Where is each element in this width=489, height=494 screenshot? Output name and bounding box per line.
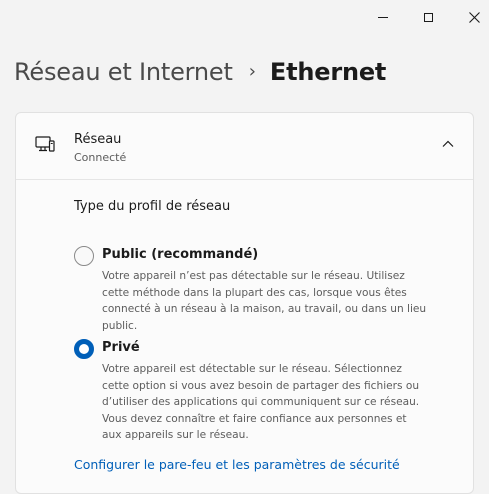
- private-option-title[interactable]: Privé: [102, 340, 140, 355]
- close-icon: [468, 11, 480, 23]
- connection-status: Connecté: [74, 151, 127, 164]
- description-line: cette méthode dans la plupart des cas, l…: [102, 286, 407, 299]
- description-line: d’utiliser des applications qui communiq…: [102, 396, 420, 408]
- page-title: Ethernet: [269, 58, 387, 86]
- description-line: aux appareils sur le réseau.: [102, 429, 249, 441]
- network-profile-card: Réseau Connecté Type du profil de réseau…: [15, 112, 474, 494]
- maximize-icon: [423, 12, 433, 22]
- description-line: Votre appareil est détectable sur le rés…: [102, 363, 402, 375]
- private-option-description: Votre appareil est détectable sur le rés…: [102, 361, 447, 444]
- title-bar: [0, 0, 489, 32]
- public-option-description: Votre appareil n’est pas détectable sur …: [102, 268, 447, 334]
- network-profile-type-label: Type du profil de réseau: [74, 199, 231, 214]
- breadcrumb: Réseau et Internet › Ethernet: [14, 58, 386, 86]
- network-card-header[interactable]: Réseau Connecté: [16, 113, 473, 180]
- close-button[interactable]: [460, 6, 488, 28]
- description-line: Votre appareil n’est pas détectable sur …: [102, 270, 405, 282]
- firewall-settings-link[interactable]: Configurer le pare-feu et les paramètres…: [74, 457, 400, 472]
- network-name: Réseau: [74, 132, 122, 147]
- maximize-button[interactable]: [414, 6, 442, 28]
- breadcrumb-parent-link[interactable]: Réseau et Internet: [14, 58, 233, 86]
- description-line: Vous devez connaître et faire confiance …: [102, 412, 407, 425]
- minimize-button[interactable]: [369, 6, 397, 28]
- breadcrumb-separator: ›: [248, 60, 256, 82]
- network-computer-icon: [35, 136, 55, 152]
- minimize-icon: [378, 16, 388, 18]
- public-radio-button[interactable]: [74, 246, 94, 266]
- private-radio-button[interactable]: [74, 339, 94, 359]
- chevron-up-icon[interactable]: [441, 139, 455, 149]
- description-line: connecté à un réseau à la maison, au tra…: [102, 303, 427, 315]
- description-line: public.: [102, 319, 138, 332]
- public-option-title[interactable]: Public (recommandé): [102, 247, 258, 262]
- description-line: cette option si vous avez besoin de part…: [102, 379, 420, 392]
